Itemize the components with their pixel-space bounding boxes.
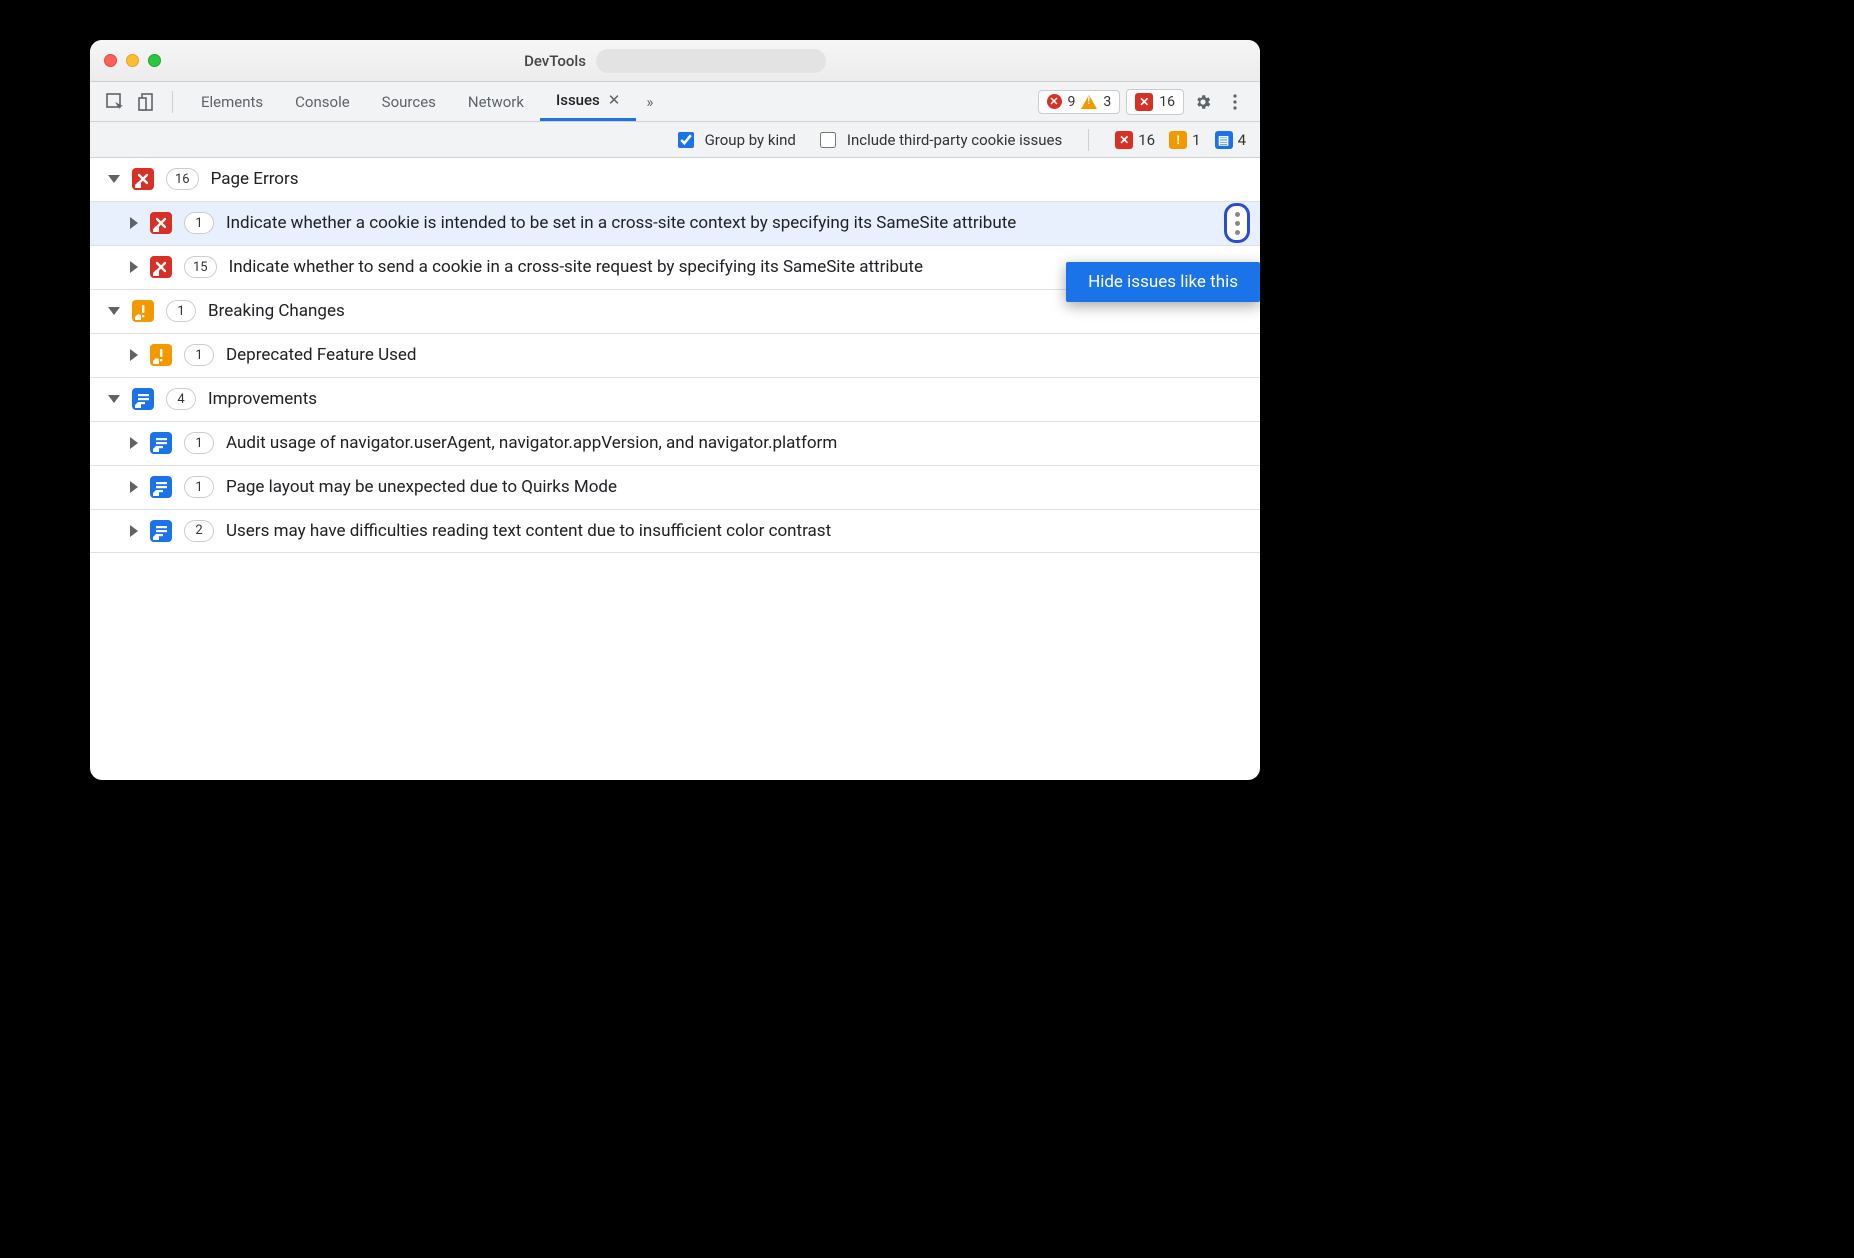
maximize-window-button[interactable] bbox=[148, 54, 161, 67]
error-icon bbox=[132, 168, 154, 190]
tab-issues-label: Issues bbox=[556, 91, 600, 109]
chevron-down-icon bbox=[108, 307, 120, 315]
warning-badge-icon: ! bbox=[1169, 131, 1187, 149]
titlebar: DevTools bbox=[90, 40, 1260, 82]
issue-group[interactable]: 4 Improvements bbox=[90, 378, 1260, 422]
issue-title: Indicate whether a cookie is intended to… bbox=[226, 212, 1246, 235]
warning-count-pair[interactable]: !1 bbox=[1169, 131, 1200, 149]
error-icon bbox=[150, 212, 172, 234]
item-count-pill: 2 bbox=[184, 520, 214, 542]
issues-list: 16 Page Errors 1 Indicate whether a cookie … bbox=[90, 158, 1260, 780]
inspect-element-icon[interactable] bbox=[102, 89, 128, 115]
issue-item[interactable]: 1 Audit usage of navigator.userAgent, nav… bbox=[90, 422, 1260, 466]
tab-network[interactable]: Network bbox=[452, 82, 540, 121]
group-by-kind-input[interactable] bbox=[678, 132, 694, 148]
group-title: Breaking Changes bbox=[208, 300, 1246, 323]
panel-tabs: Elements Console Sources Network Issues … bbox=[185, 82, 663, 121]
issue-title: Page layout may be unexpected due to Qui… bbox=[226, 476, 1246, 499]
error-count-pair[interactable]: ✕16 bbox=[1115, 131, 1155, 149]
include-thirdparty-input[interactable] bbox=[820, 132, 836, 148]
error-circle-icon: ✕ bbox=[1047, 94, 1062, 109]
group-count-pill: 16 bbox=[166, 168, 199, 190]
chevron-right-icon bbox=[130, 437, 138, 449]
chevron-right-icon bbox=[130, 217, 138, 229]
group-title: Improvements bbox=[208, 388, 1246, 411]
devtools-toolbar: Elements Console Sources Network Issues … bbox=[90, 82, 1260, 122]
group-by-kind-checkbox[interactable]: Group by kind bbox=[674, 129, 796, 151]
issue-title: Users may have difficulties reading text… bbox=[226, 520, 1246, 543]
item-count-pill: 1 bbox=[184, 476, 214, 498]
item-count-pill: 1 bbox=[184, 432, 214, 454]
tab-elements[interactable]: Elements bbox=[185, 82, 279, 121]
more-menu-icon[interactable] bbox=[1222, 89, 1248, 115]
minimize-window-button[interactable] bbox=[126, 54, 139, 67]
issue-title: Audit usage of navigator.userAgent, navi… bbox=[226, 432, 1246, 455]
info-count-pair[interactable]: ▤4 bbox=[1215, 131, 1246, 149]
info-icon bbox=[150, 476, 172, 498]
warning-icon bbox=[150, 344, 172, 366]
separator bbox=[172, 91, 173, 113]
devtools-window: DevTools Elements Console Sources Networ… bbox=[90, 40, 1260, 780]
tab-issues[interactable]: Issues ✕ bbox=[540, 82, 636, 121]
item-count-pill: 1 bbox=[184, 212, 214, 234]
issue-kind-counts: ✕16 !1 ▤4 bbox=[1115, 131, 1246, 149]
window-title: DevTools bbox=[524, 52, 586, 70]
chevron-down-icon bbox=[108, 395, 120, 403]
warning-triangle-icon bbox=[1081, 95, 1097, 109]
traffic-lights bbox=[104, 54, 161, 67]
info-badge-icon: ▤ bbox=[1215, 131, 1233, 149]
menu-item-hide-issues[interactable]: Hide issues like this bbox=[1088, 272, 1238, 292]
warning-icon bbox=[132, 300, 154, 322]
console-warning-count: 3 bbox=[1103, 94, 1111, 110]
context-menu: Hide issues like this bbox=[1066, 262, 1260, 302]
separator bbox=[1088, 129, 1089, 151]
group-count-pill: 4 bbox=[166, 388, 196, 410]
info-icon bbox=[150, 520, 172, 542]
issues-subbar: Group by kind Include third-party cookie… bbox=[90, 122, 1260, 158]
chevron-right-icon bbox=[130, 481, 138, 493]
error-icon bbox=[150, 256, 172, 278]
issue-item[interactable]: 1 Deprecated Feature Used bbox=[90, 334, 1260, 378]
chevron-right-icon bbox=[130, 261, 138, 273]
group-count-pill: 1 bbox=[166, 300, 196, 322]
title-detail-blur bbox=[596, 49, 826, 73]
include-thirdparty-label: Include third-party cookie issues bbox=[847, 131, 1062, 149]
device-toolbar-icon[interactable] bbox=[134, 89, 160, 115]
console-status-badge[interactable]: ✕ 9 3 bbox=[1038, 90, 1121, 114]
issues-error-count: 16 bbox=[1159, 94, 1175, 110]
error-badge-icon: ✕ bbox=[1115, 131, 1133, 149]
issues-status-badge[interactable]: ✕ 16 bbox=[1126, 89, 1184, 115]
tab-console[interactable]: Console bbox=[279, 82, 366, 121]
close-tab-icon[interactable]: ✕ bbox=[608, 91, 621, 109]
error-badge-icon: ✕ bbox=[1135, 93, 1153, 111]
issue-item[interactable]: 1 Page layout may be unexpected due to Qu… bbox=[90, 466, 1260, 510]
include-thirdparty-checkbox[interactable]: Include third-party cookie issues bbox=[816, 129, 1062, 151]
issue-title: Deprecated Feature Used bbox=[226, 344, 1246, 367]
chevron-down-icon bbox=[108, 175, 120, 183]
issue-item-menu-button[interactable] bbox=[1224, 203, 1250, 243]
chevron-right-icon bbox=[130, 349, 138, 361]
more-tabs-icon[interactable]: » bbox=[636, 82, 663, 121]
info-icon bbox=[132, 388, 154, 410]
close-window-button[interactable] bbox=[104, 54, 117, 67]
item-count-pill: 1 bbox=[184, 344, 214, 366]
group-by-kind-label: Group by kind bbox=[705, 131, 796, 149]
issue-item[interactable]: 2 Users may have difficulties reading tex… bbox=[90, 510, 1260, 554]
chevron-right-icon bbox=[130, 525, 138, 537]
issue-group[interactable]: 16 Page Errors bbox=[90, 158, 1260, 202]
item-count-pill: 15 bbox=[184, 256, 217, 278]
tab-sources[interactable]: Sources bbox=[366, 82, 452, 121]
console-error-count: 9 bbox=[1068, 94, 1076, 110]
info-icon bbox=[150, 432, 172, 454]
settings-gear-icon[interactable] bbox=[1190, 89, 1216, 115]
issue-item[interactable]: 1 Indicate whether a cookie is intended t… bbox=[90, 202, 1260, 246]
group-title: Page Errors bbox=[211, 168, 1246, 191]
